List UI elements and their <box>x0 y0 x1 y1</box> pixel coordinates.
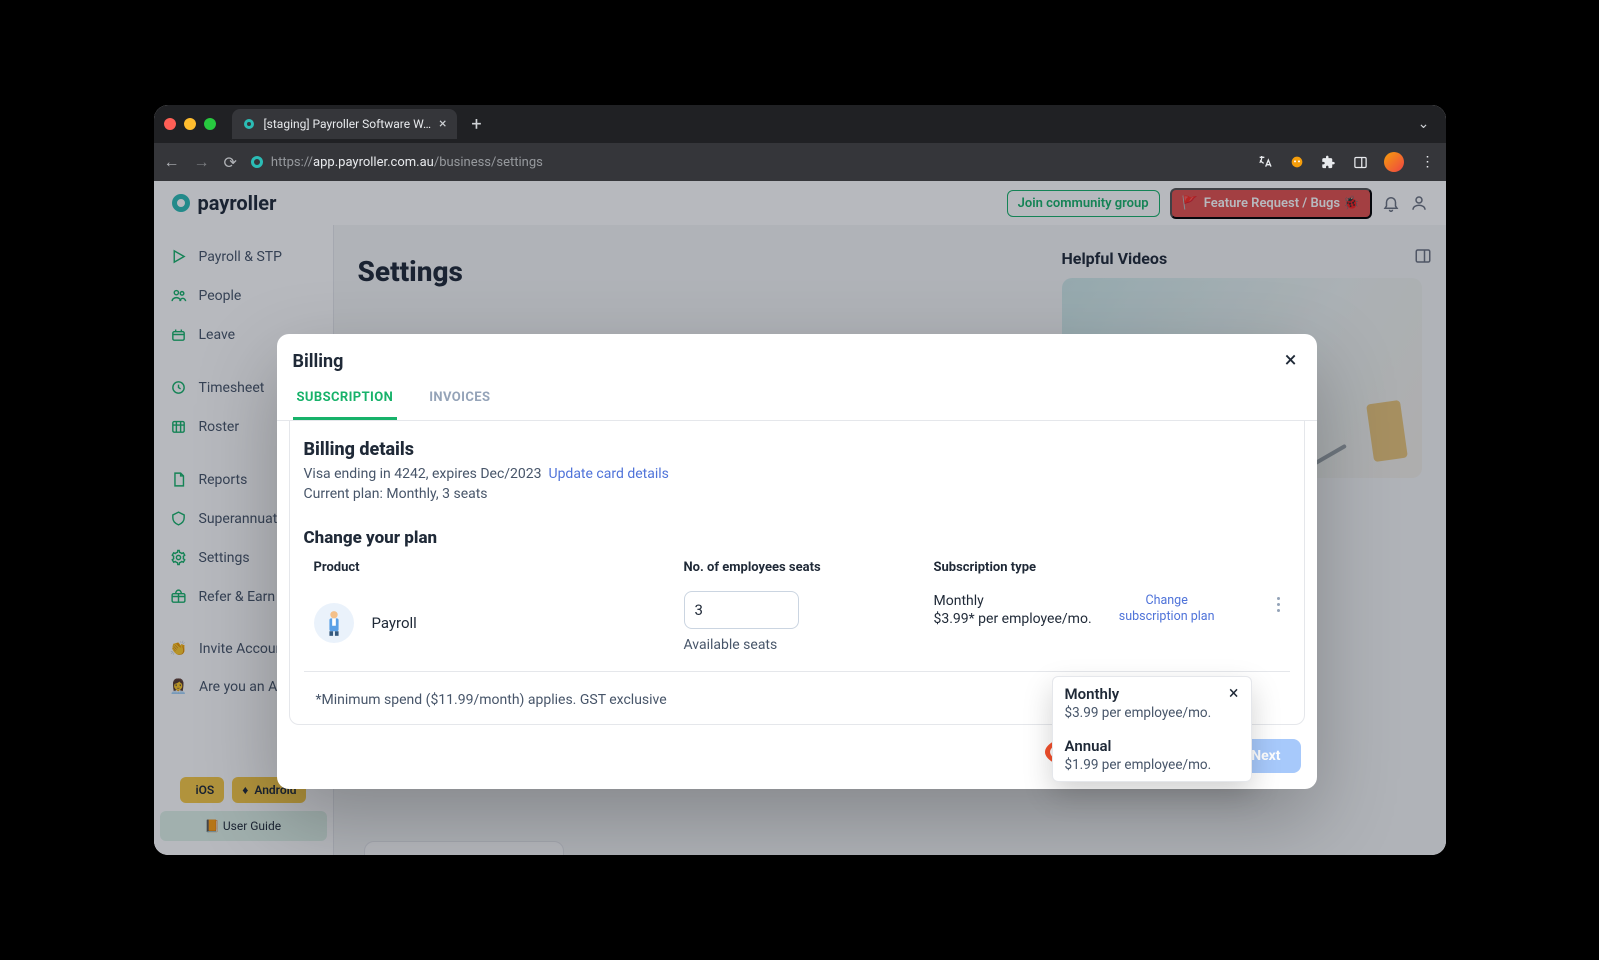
tab-invoices[interactable]: INVOICES <box>425 390 494 420</box>
sidebar-item-label: Refer & Earn <box>199 589 276 605</box>
back-button[interactable]: ← <box>164 152 180 172</box>
dropdown-annual-title: Annual <box>1065 737 1239 755</box>
bell-icon[interactable] <box>1382 194 1400 212</box>
dropdown-annual-sub: $1.99 per employee/mo. <box>1065 757 1239 773</box>
change-plan-title: Change your plan <box>304 528 1290 548</box>
tab-subscription[interactable]: SUBSCRIPTION <box>293 390 398 420</box>
subscription-dropdown: Monthly $3.99 per employee/mo. × Annual … <box>1052 676 1252 782</box>
addons-card[interactable]: Add-ons Integrate with Xero, MYOB & Payp… <box>364 841 564 855</box>
change-subscription-link[interactable]: Change subscription plan <box>1112 593 1222 627</box>
seats-note: Available seats <box>684 637 934 653</box>
reload-button[interactable]: ⟳ <box>224 153 237 172</box>
url-scheme: https:// <box>271 155 313 170</box>
tabs-dropdown-icon[interactable]: ⌄ <box>1412 116 1436 132</box>
tab-favicon-icon <box>242 117 256 131</box>
new-tab-button[interactable]: + <box>463 110 491 138</box>
row-menu-icon[interactable] <box>1264 597 1294 612</box>
maximize-window-icon[interactable] <box>204 118 216 130</box>
url-host: app.payroller.com.au <box>313 155 434 170</box>
subscription-label: Monthly <box>934 593 1092 609</box>
browser-menu-icon[interactable]: ⋮ <box>1418 153 1436 171</box>
subscription-price: $3.99* per employee/mo. <box>934 611 1092 627</box>
page-title: Settings <box>358 255 1042 288</box>
face-icon: 👩‍💼 <box>170 679 187 695</box>
extensions-menu-icon[interactable] <box>1320 153 1338 171</box>
product-avatar-icon <box>314 603 354 643</box>
card-line: Visa ending in 4242, expires Dec/2023 <box>304 466 542 482</box>
modal-close-button[interactable]: × <box>1285 350 1297 372</box>
url-path: /business/settings <box>434 155 543 170</box>
join-community-button[interactable]: Join community group <box>1007 190 1160 217</box>
dropdown-option-monthly[interactable]: Monthly $3.99 per employee/mo. × <box>1053 677 1251 729</box>
update-card-link[interactable]: Update card details <box>548 466 668 482</box>
titlebar: [staging] Payroller Software W… × + ⌄ <box>154 105 1446 143</box>
translate-icon[interactable] <box>1256 153 1274 171</box>
col-product: Product <box>314 560 684 587</box>
tab-title: [staging] Payroller Software W… <box>264 117 432 131</box>
sidebar-item-label: Roster <box>199 419 240 435</box>
user-icon[interactable] <box>1410 194 1428 212</box>
sidebar-item-label: Reports <box>199 472 248 488</box>
flag-icon: 🚩 <box>1182 196 1198 211</box>
forward-button[interactable]: → <box>194 152 210 172</box>
helpful-videos-title: Helpful Videos <box>1062 249 1422 268</box>
android-icon: ♦ <box>242 783 248 797</box>
browser-window: [staging] Payroller Software W… × + ⌄ ← … <box>154 105 1446 855</box>
current-plan: Current plan: Monthly, 3 seats <box>304 486 1290 502</box>
billing-modal: Billing × SUBSCRIPTION INVOICES Billing … <box>277 334 1317 789</box>
dropdown-monthly-title: Monthly <box>1065 685 1212 703</box>
browser-toolbar: ← → ⟳ https://app.payroller.com.au/busin… <box>154 143 1446 181</box>
feature-request-label: Feature Request / Bugs 🐞 <box>1204 196 1360 211</box>
sidebar-item-label: Leave <box>199 327 236 343</box>
dropdown-close-icon[interactable]: × <box>1229 685 1239 703</box>
brand-text: payroller <box>198 191 277 215</box>
product-name: Payroll <box>372 614 417 632</box>
dropdown-option-annual[interactable]: Annual $1.99 per employee/mo. <box>1053 729 1251 781</box>
col-sub: Subscription type <box>934 560 1264 587</box>
sidebar-item-label: People <box>199 288 242 304</box>
logo-mark-icon <box>172 194 190 212</box>
tab-close-icon[interactable]: × <box>439 116 446 132</box>
sidebar-item-payroll[interactable]: Payroll & STP <box>154 237 333 276</box>
book-icon: 📙 <box>205 819 220 833</box>
sidebar-item-label: Payroll & STP <box>199 249 282 265</box>
modal-tabs: SUBSCRIPTION INVOICES <box>277 390 1317 421</box>
clap-icon: 👏 <box>170 641 187 657</box>
extension-icon[interactable] <box>1288 153 1306 171</box>
brand-logo[interactable]: payroller <box>172 191 277 215</box>
ios-badge[interactable]: iOS <box>180 777 225 803</box>
app-viewport: payroller Join community group 🚩 Feature… <box>154 181 1446 855</box>
user-guide-link[interactable]: 📙 User Guide <box>160 811 327 841</box>
billing-details-title: Billing details <box>304 439 1290 460</box>
seats-input[interactable] <box>684 591 799 629</box>
modal-title: Billing <box>293 351 344 372</box>
panel-icon[interactable] <box>1352 153 1370 171</box>
sidebar-item-label: Settings <box>199 550 250 566</box>
url-favicon-icon <box>251 156 263 168</box>
close-window-icon[interactable] <box>164 118 176 130</box>
product-row: Payroll <box>314 603 684 643</box>
sidebar-item-people[interactable]: People <box>154 276 333 315</box>
window-controls <box>164 118 216 130</box>
feature-request-button[interactable]: 🚩 Feature Request / Bugs 🐞 <box>1170 188 1372 219</box>
col-seats: No. of employees seats <box>684 560 934 587</box>
extension-icons: ⋮ <box>1256 152 1436 172</box>
collapse-panel-icon[interactable] <box>1414 247 1432 265</box>
address-bar[interactable]: https://app.payroller.com.au/business/se… <box>251 155 1242 170</box>
profile-avatar-icon[interactable] <box>1384 152 1404 172</box>
app-header: payroller Join community group 🚩 Feature… <box>154 181 1446 225</box>
browser-tab[interactable]: [staging] Payroller Software W… × <box>232 109 457 139</box>
sidebar-item-label: Timesheet <box>199 380 265 396</box>
dropdown-monthly-sub: $3.99 per employee/mo. <box>1065 705 1212 721</box>
minimize-window-icon[interactable] <box>184 118 196 130</box>
